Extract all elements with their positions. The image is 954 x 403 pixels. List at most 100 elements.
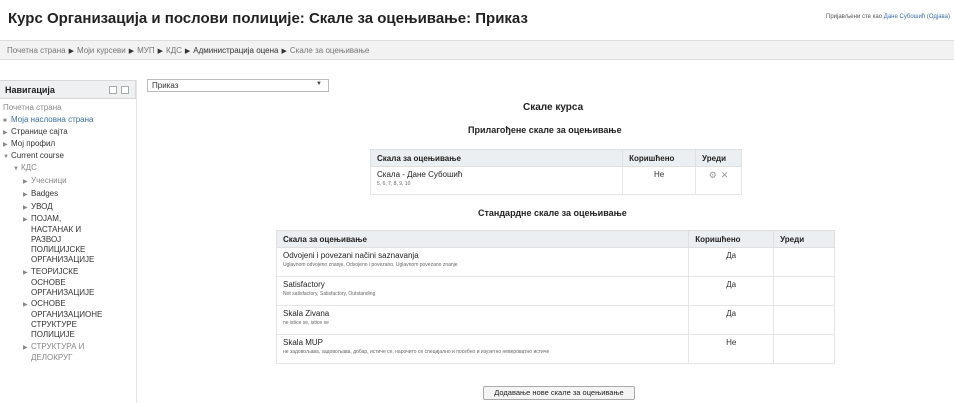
column-header-edit: Уреди — [695, 149, 742, 167]
login-user-link[interactable]: Дане Субошић (Одјава) — [884, 14, 950, 20]
view-select-value: Приказ — [152, 81, 179, 90]
scale-name: Skala Zivana — [283, 309, 330, 318]
nav-item-label: СТРУКТУРА И — [31, 342, 85, 351]
nav-item-label: НАСТАНАК И — [31, 225, 82, 234]
navigation-block: Навигација Почетна страна ■ Моја насловна… — [0, 80, 137, 403]
breadcrumb-separator-icon: ▶ — [281, 48, 287, 55]
nav-item-label: Моја насловна страна — [11, 115, 94, 124]
chevron-right-icon: ▶ — [23, 345, 28, 351]
nav-item-label: ОСНОВЕ — [31, 278, 66, 287]
nav-item-teorijske[interactable]: ▶ ТЕОРИЈСКЕ ОСНОВЕ ОРГАНИЗАЦИЈЕ — [23, 267, 94, 298]
chevron-down-icon: ▼ — [316, 81, 322, 87]
nav-item-label: Badges — [31, 189, 59, 198]
breadcrumb-separator-icon: ▶ — [184, 48, 191, 55]
scale-items: Uglavnom odvojeno znanje, Odvojeno i pov… — [283, 262, 458, 268]
table-row: Satisfactory Not satisfactory, Satisfact… — [275, 276, 835, 306]
nav-item-pojam[interactable]: ▶ ПОЈАМ, НАСТАНАК И РАЗВОЈ ПОЛИЦИЈСКЕ ОРГ… — [23, 214, 94, 265]
column-header-scale: Скала за оцењивање — [275, 230, 690, 248]
used-cell: Да — [688, 247, 775, 277]
nav-item-participants[interactable]: ▶ Учесници — [23, 176, 67, 187]
nav-item-struktura[interactable]: ▶ СТРУКТУРА И ДЕЛОКРУГ — [23, 342, 84, 363]
breadcrumb-home[interactable]: Почетна страна — [7, 46, 66, 55]
chevron-right-icon: ▶ — [23, 302, 28, 308]
nav-item-current-course[interactable]: ▼ Current course — [3, 151, 64, 162]
table-row: Odvojeni i povezani načini saznavanja Ug… — [275, 247, 835, 277]
gear-icon[interactable]: ⚙ — [709, 170, 717, 181]
table-row: Skala MUP не задовољава, задовољава, доб… — [275, 334, 835, 364]
used-cell: Не — [688, 334, 775, 364]
navigation-block-header: Навигација — [0, 80, 136, 99]
breadcrumb-grade-admin[interactable]: Администрација оцена — [193, 46, 278, 55]
column-header-scale: Скала за оцењивање — [369, 149, 624, 167]
breadcrumb-kds[interactable]: КДС — [166, 46, 182, 55]
standard-scales-table: Скала за оцењивање Коришћено Уреди Odvoj… — [275, 230, 835, 364]
nav-item-label: ДЕЛОКРУГ — [31, 353, 73, 362]
edit-cell — [773, 334, 835, 364]
scale-items: не задовољава, задовољава, добар, истиче… — [283, 349, 550, 355]
delete-icon[interactable]: ✕ — [721, 170, 729, 181]
breadcrumb-mup[interactable]: МУП — [137, 46, 155, 55]
dock-icon[interactable] — [109, 86, 117, 94]
page-header: Курс Организација и послови полиције: Ск… — [0, 0, 954, 40]
chevron-down-icon: ▼ — [13, 166, 19, 172]
nav-item-label: ПОЈАМ, — [31, 214, 62, 223]
login-info: Пријављени сте као Дане Субошић (Одјава) — [826, 14, 950, 20]
breadcrumb-separator-icon: ▶ — [68, 48, 74, 55]
nav-item-my-profile[interactable]: ▶ Мој профил — [3, 139, 55, 150]
scale-cell: Skala MUP не задовољава, задовољава, доб… — [275, 334, 690, 364]
column-header-edit: Уреди — [773, 230, 835, 248]
scale-cell: Скала - Дане Субошић 5, 6, 7, 8, 9, 10 — [369, 166, 624, 195]
nav-item-home[interactable]: Почетна страна — [3, 103, 62, 113]
chevron-down-icon: ▼ — [3, 154, 9, 160]
used-cell: Не — [622, 166, 697, 195]
nav-item-kds[interactable]: ▼ КДС — [13, 163, 37, 174]
table-row: Скала - Дане Субошић 5, 6, 7, 8, 9, 10 Н… — [369, 166, 742, 195]
navigation-block-title: Навигација — [5, 85, 55, 95]
scale-name: Skala MUP — [283, 338, 324, 347]
scale-items: ne istice se, istice se — [283, 320, 329, 326]
chevron-right-icon: ▶ — [3, 130, 8, 136]
nav-item-osnove[interactable]: ▶ ОСНОВЕ ОРГАНИЗАЦИОНЕ СТРУКТУРЕ ПОЛИЦИЈЕ — [23, 299, 102, 340]
scale-cell: Skala Zivana ne istice se, istice se — [275, 305, 690, 335]
nav-item-badges[interactable]: ▶ Badges — [23, 189, 58, 200]
nav-item-label: РАЗВОЈ — [31, 235, 62, 244]
bullet-icon: ■ — [3, 118, 7, 124]
add-scale-button[interactable]: Додавање нове скале за оцењивање — [483, 386, 635, 400]
view-select[interactable]: Приказ ▼ — [147, 79, 329, 92]
breadcrumb-separator-icon: ▶ — [128, 48, 135, 55]
login-prefix: Пријављени сте као — [826, 14, 883, 20]
edit-cell — [773, 305, 835, 335]
scale-name: Скала - Дане Субошић — [377, 170, 463, 179]
collapse-icon[interactable] — [121, 86, 129, 94]
chevron-right-icon: ▶ — [23, 179, 28, 185]
column-header-used: Коришћено — [622, 149, 697, 167]
nav-item-my-home[interactable]: ■ Моја насловна страна — [3, 115, 94, 126]
nav-item-site-pages[interactable]: ▶ Странице сајта — [3, 127, 68, 138]
column-header-used: Коришћено — [688, 230, 775, 248]
nav-item-uvod[interactable]: ▶ УВОД — [23, 202, 53, 213]
nav-item-label: СТРУКТУРЕ — [31, 320, 77, 329]
scale-items: 5, 6, 7, 8, 9, 10 — [377, 181, 411, 187]
nav-item-label: УВОД — [31, 202, 53, 211]
nav-item-label: Странице сајта — [11, 127, 68, 136]
course-scales-heading: Скале курса — [523, 102, 584, 113]
custom-scales-heading: Прилагођене скале за оцењивање — [468, 125, 622, 135]
table-header-row: Скала за оцењивање Коришћено Уреди — [369, 149, 742, 167]
edit-cell: ⚙ ✕ — [695, 166, 742, 195]
used-cell: Да — [688, 305, 775, 335]
chevron-right-icon: ▶ — [23, 205, 28, 211]
chevron-right-icon: ▶ — [23, 192, 28, 198]
edit-cell — [773, 247, 835, 277]
nav-item-label: ПОЛИЦИЈЕ — [31, 330, 75, 339]
nav-item-label: КДС — [21, 163, 37, 172]
used-cell: Да — [688, 276, 775, 306]
scale-cell: Odvojeni i povezani načini saznavanja Ug… — [275, 247, 690, 277]
breadcrumb-scales: Скале за оцењивање — [289, 46, 370, 55]
scale-name: Odvojeni i povezani načini saznavanja — [283, 251, 419, 260]
breadcrumb-separator-icon: ▶ — [157, 48, 164, 55]
scale-name: Satisfactory — [283, 280, 325, 289]
breadcrumb-my-courses[interactable]: Моји курсеви — [77, 46, 126, 55]
scale-cell: Satisfactory Not satisfactory, Satisfact… — [275, 276, 690, 306]
chevron-right-icon: ▶ — [3, 142, 8, 148]
page-title: Курс Организација и послови полиције: Ск… — [8, 10, 528, 27]
